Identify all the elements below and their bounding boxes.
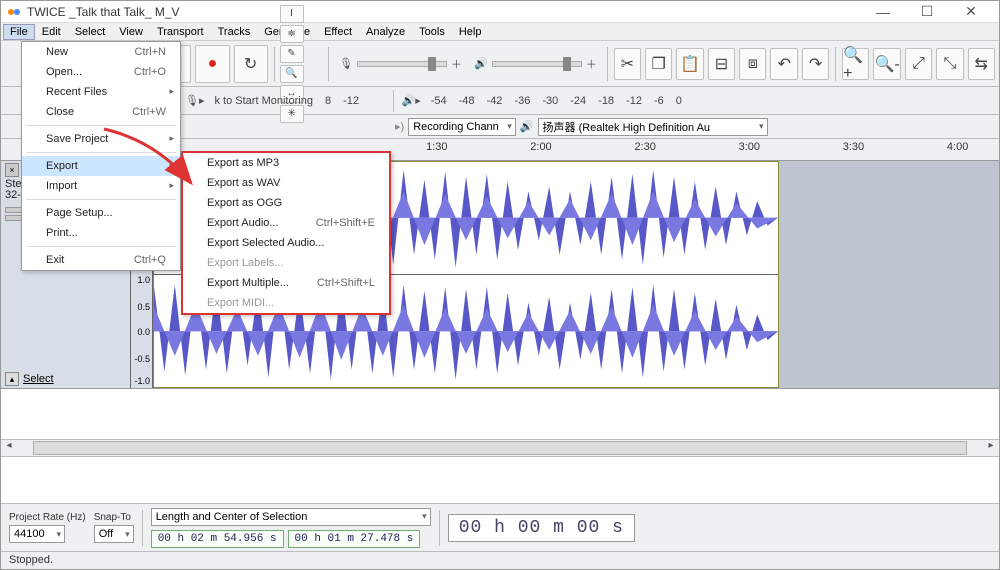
record-volume[interactable]: 🎙 ＋ bbox=[339, 56, 462, 72]
status-bar: Stopped. bbox=[1, 551, 999, 569]
selection-tool-icon[interactable]: I bbox=[280, 5, 304, 23]
export-item-export-multiple-[interactable]: Export Multiple...Ctrl+Shift+L bbox=[183, 273, 389, 293]
track-select-label[interactable]: Select bbox=[23, 373, 54, 385]
draw-tool-icon[interactable]: ✎ bbox=[280, 45, 304, 63]
project-rate-label: Project Rate (Hz) bbox=[9, 512, 86, 523]
menu-item-import[interactable]: Import▸ bbox=[22, 176, 180, 196]
horizontal-scrollbar[interactable]: ◂▸ bbox=[1, 439, 999, 457]
speaker-icon: 🔊 bbox=[474, 57, 488, 70]
speaker-device-icon: 🔊 bbox=[520, 120, 534, 133]
selection-start-time[interactable]: 00 h 02 m 54.956 s bbox=[151, 530, 284, 548]
export-item-export-as-ogg[interactable]: Export as OGG bbox=[183, 193, 389, 213]
menu-view[interactable]: View bbox=[112, 24, 150, 40]
loop-button[interactable]: ↻ bbox=[234, 45, 268, 83]
minimize-button[interactable]: — bbox=[861, 1, 905, 23]
mic-icon: 🎙 bbox=[339, 57, 353, 70]
export-item-export-as-mp-[interactable]: Export as MP3 bbox=[183, 153, 389, 173]
snap-to-combo[interactable]: Off bbox=[94, 525, 134, 543]
menu-item-page-setup-[interactable]: Page Setup... bbox=[22, 203, 180, 223]
export-item-export-selected-audio-[interactable]: Export Selected Audio... bbox=[183, 233, 389, 253]
zoom-out-icon[interactable]: 🔍- bbox=[873, 48, 900, 80]
selection-toolbar: Project Rate (Hz) 44100 Snap-To Off Leng… bbox=[1, 503, 999, 551]
menu-item-open-[interactable]: Open...Ctrl+O bbox=[22, 62, 180, 82]
zoom-in-icon[interactable]: 🔍+ bbox=[842, 48, 869, 80]
menu-help[interactable]: Help bbox=[452, 24, 489, 40]
export-item-export-audio-[interactable]: Export Audio...Ctrl+Shift+E bbox=[183, 213, 389, 233]
playback-meter[interactable]: -54-48 -42-36 -30-24 -18-12 -60 bbox=[425, 91, 995, 111]
file-menu-dropdown: NewCtrl+NOpen...Ctrl+ORecent Files▸Close… bbox=[21, 41, 181, 271]
menu-file[interactable]: File bbox=[3, 24, 35, 40]
collapse-track-button[interactable]: ▴ bbox=[5, 372, 19, 386]
menu-select[interactable]: Select bbox=[68, 24, 113, 40]
silence-icon[interactable]: ⧈ bbox=[739, 48, 766, 80]
menu-analyze[interactable]: Analyze bbox=[359, 24, 412, 40]
menu-transport[interactable]: Transport bbox=[150, 24, 211, 40]
selection-length-time[interactable]: 00 h 01 m 27.478 s bbox=[288, 530, 421, 548]
menu-edit[interactable]: Edit bbox=[35, 24, 68, 40]
undo-icon[interactable]: ↶ bbox=[770, 48, 797, 80]
paste-icon[interactable]: 📋 bbox=[676, 48, 703, 80]
menu-item-exit[interactable]: ExitCtrl+Q bbox=[22, 250, 180, 270]
redo-icon[interactable]: ↷ bbox=[802, 48, 829, 80]
envelope-tool-icon[interactable]: ≑ bbox=[280, 25, 304, 43]
menu-bar: File Edit Select View Transport Tracks G… bbox=[1, 23, 999, 41]
export-submenu: Export as MP3Export as WAVExport as OGGE… bbox=[181, 151, 391, 315]
maximize-button[interactable]: ☐ bbox=[905, 1, 949, 23]
export-item-export-as-wav[interactable]: Export as WAV bbox=[183, 173, 389, 193]
playback-volume[interactable]: 🔊 ＋ bbox=[474, 56, 597, 72]
project-rate-combo[interactable]: 44100 bbox=[9, 525, 65, 543]
menu-item-export[interactable]: Export▸ bbox=[22, 156, 180, 176]
track-close-button[interactable]: × bbox=[5, 163, 19, 177]
menu-item-new[interactable]: NewCtrl+N bbox=[22, 42, 180, 62]
title-bar: TWICE _Talk that Talk_ M_V — ☐ ✕ bbox=[1, 1, 999, 23]
playback-device-combo[interactable]: 扬声器 (Realtek High Definition Au bbox=[538, 118, 768, 136]
recording-channels-combo[interactable]: Recording Chann bbox=[408, 118, 516, 136]
selection-mode-combo[interactable]: Length and Center of Selection bbox=[151, 508, 431, 526]
menu-tools[interactable]: Tools bbox=[412, 24, 452, 40]
fit-project-icon[interactable]: ⤡ bbox=[936, 48, 963, 80]
menu-tracks[interactable]: Tracks bbox=[211, 24, 258, 40]
menu-item-print-[interactable]: Print... bbox=[22, 223, 180, 243]
speaker-meter-icon: 🔊▸ bbox=[402, 94, 421, 107]
zoom-tool-icon[interactable]: 🔍 bbox=[280, 65, 304, 83]
menu-item-recent-files[interactable]: Recent Files▸ bbox=[22, 82, 180, 102]
status-text: Stopped. bbox=[9, 554, 53, 566]
fit-selection-icon[interactable]: ⤢ bbox=[905, 48, 932, 80]
export-item-export-midi-: Export MIDI... bbox=[183, 293, 389, 313]
zoom-toggle-icon[interactable]: ⇆ bbox=[968, 48, 995, 80]
mic-meter-icon: 🎙▸ bbox=[185, 94, 205, 107]
recording-meter[interactable]: k to Start Monitoring 8 -12 bbox=[209, 91, 389, 111]
window-title: TWICE _Talk that Talk_ M_V bbox=[27, 5, 861, 19]
app-icon bbox=[7, 5, 21, 19]
audio-position-time[interactable]: 00 h 00 m 00 s bbox=[448, 514, 635, 542]
snap-to-label: Snap-To bbox=[94, 512, 134, 523]
menu-item-save-project[interactable]: Save Project▸ bbox=[22, 129, 180, 149]
record-button[interactable]: ● bbox=[195, 45, 229, 83]
trim-icon[interactable]: ⊟ bbox=[708, 48, 735, 80]
close-button[interactable]: ✕ bbox=[949, 1, 993, 23]
menu-item-close[interactable]: CloseCtrl+W bbox=[22, 102, 180, 122]
copy-icon[interactable]: ❐ bbox=[645, 48, 672, 80]
export-item-export-labels-: Export Labels... bbox=[183, 253, 389, 273]
cut-icon[interactable]: ✂ bbox=[614, 48, 641, 80]
